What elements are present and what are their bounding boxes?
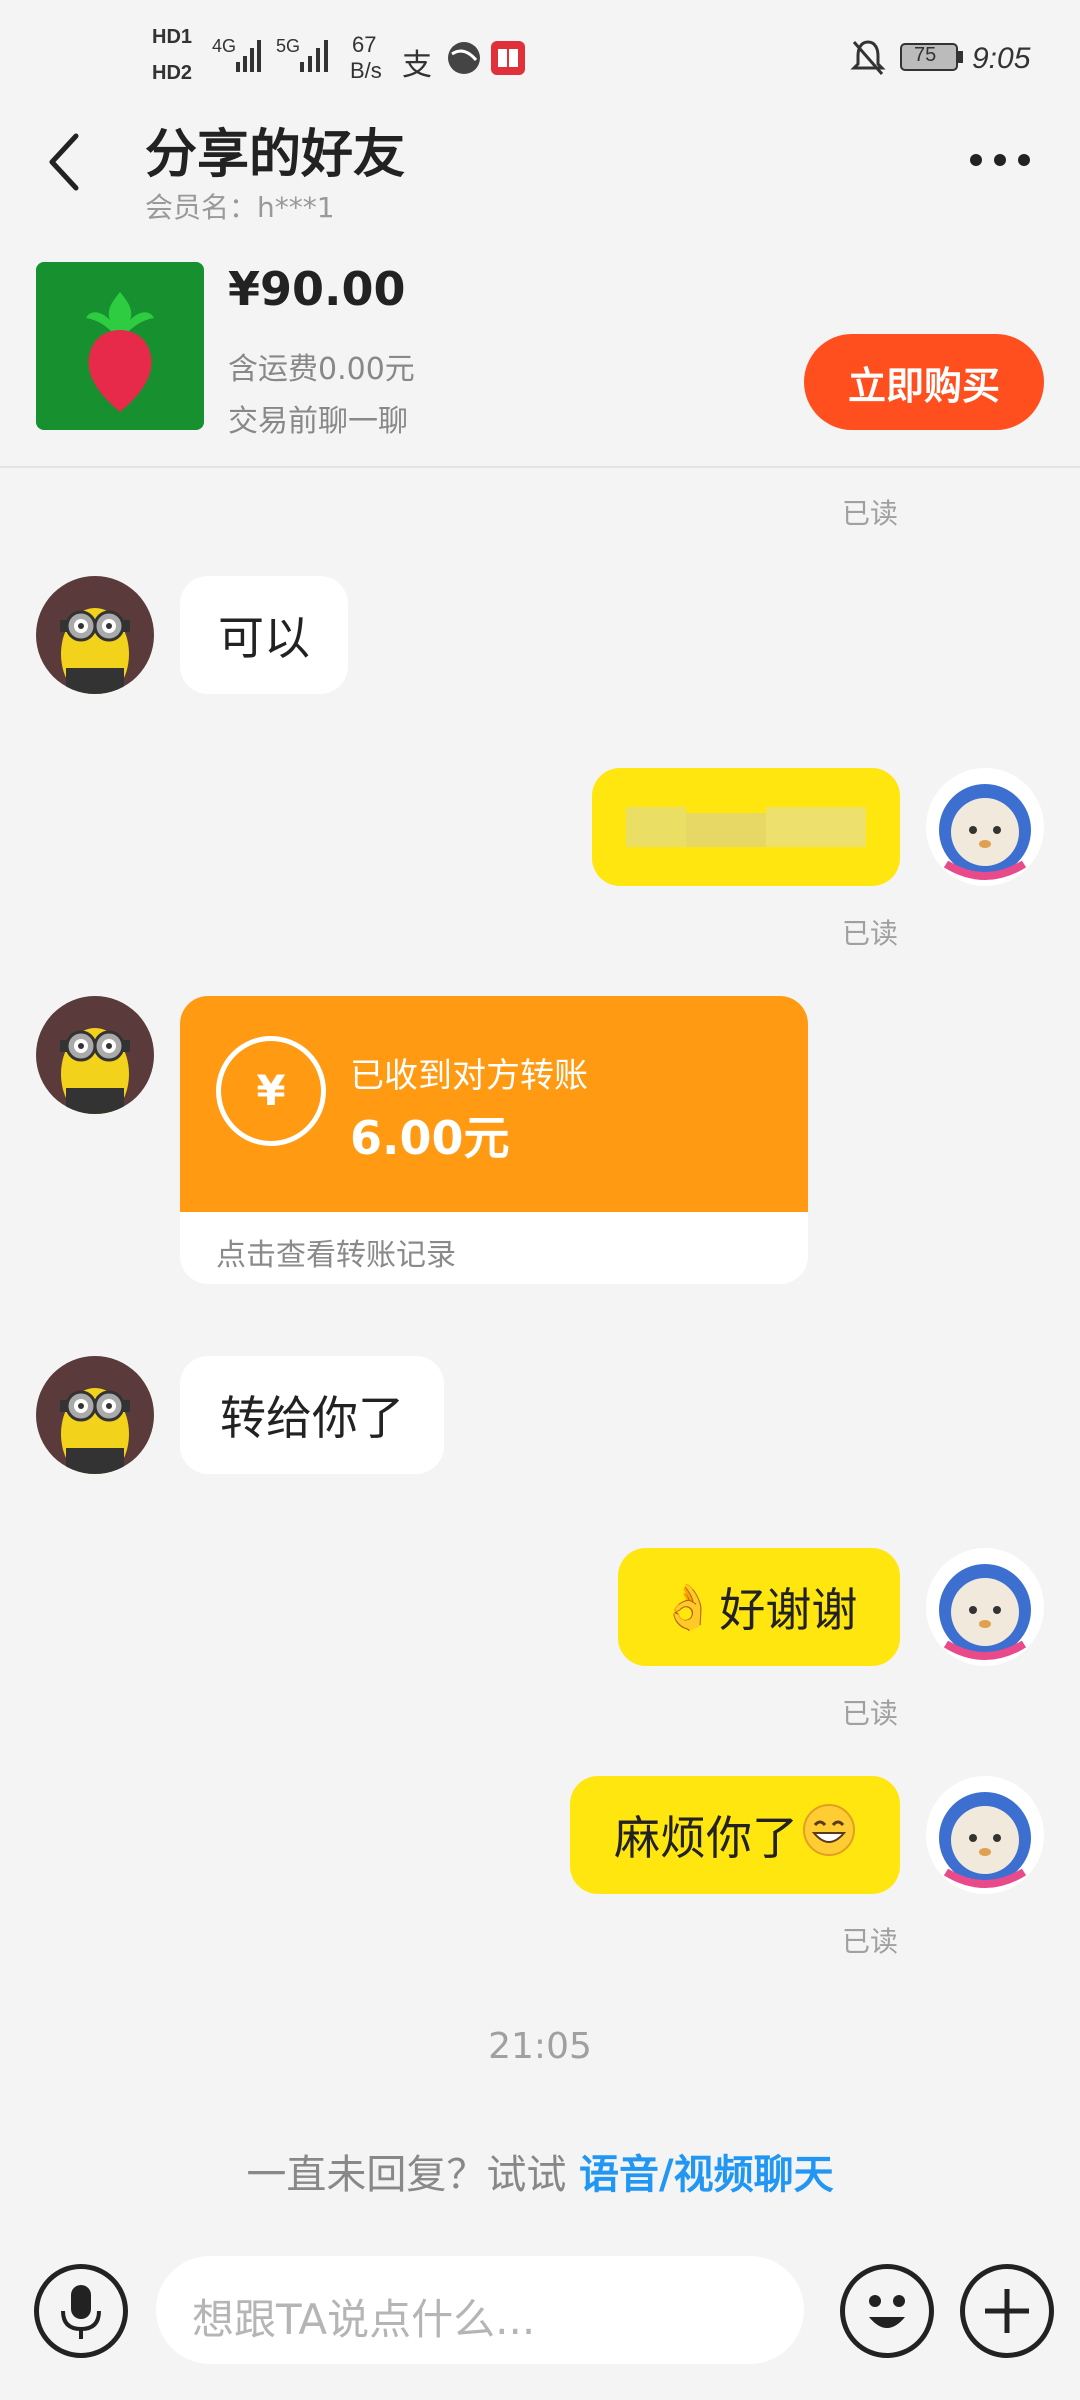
avatar[interactable] — [36, 576, 154, 694]
chat-tip: 交易前聊一聊 — [228, 404, 408, 439]
product-thumbnail[interactable] — [36, 262, 204, 430]
plus-icon[interactable] — [960, 2264, 1054, 2358]
mic-icon[interactable] — [34, 2264, 128, 2358]
avatar[interactable] — [926, 768, 1044, 886]
net-speed-value: 67 — [352, 32, 377, 57]
message-bubble[interactable]: 👌 好谢谢 — [618, 1548, 900, 1666]
status-bar: HD1 HD2 4G 5G 67 B/s 支 75 9:05 — [0, 0, 1080, 120]
clock: 9:05 — [972, 42, 1031, 75]
read-receipt: 已读 — [842, 1697, 899, 1730]
read-receipt: 已读 — [842, 917, 899, 950]
product-price: ¥90.00 — [228, 262, 406, 316]
read-receipt: 已读 — [842, 1925, 899, 1958]
reply-hint-text: 一直未回复？试试 — [246, 2152, 580, 2198]
transfer-card-header: ¥ 已收到对方转账 6.00元 — [180, 996, 808, 1212]
voice-video-chat-link[interactable]: 语音/视频聊天 — [579, 2152, 834, 2198]
buy-now-button[interactable]: 立即购买 — [804, 334, 1044, 430]
back-icon[interactable] — [44, 130, 84, 198]
avatar[interactable] — [926, 1776, 1044, 1894]
shipping-note: 含运费0.00元 — [228, 352, 415, 387]
avatar[interactable] — [36, 996, 154, 1114]
battery-level: 75 — [914, 44, 937, 66]
network-label-2: 5G — [276, 36, 301, 56]
blurred-content — [626, 807, 866, 847]
transfer-amount: 6.00元 — [350, 1111, 510, 1165]
sim1-label: HD1 — [152, 26, 193, 48]
transfer-icon: ¥ — [216, 1036, 326, 1146]
book-app-icon — [490, 40, 526, 80]
message-input-placeholder: 想跟TA说点什么... — [192, 2295, 536, 2344]
sim2-label: HD2 — [152, 62, 193, 84]
svg-text:¥: ¥ — [256, 1066, 285, 1115]
message-bubble[interactable]: 转给你了 — [180, 1356, 444, 1474]
transfer-title: 已收到对方转账 — [350, 1056, 588, 1096]
avatar[interactable] — [926, 1548, 1044, 1666]
signal-icon — [236, 34, 266, 78]
page-title: 分享的好友 — [145, 125, 406, 185]
ok-hand-emoji-icon: 👌 — [660, 1582, 716, 1633]
avatar[interactable] — [36, 1356, 154, 1474]
message-bubble[interactable]: 麻烦你了 — [570, 1776, 900, 1894]
transfer-card[interactable]: ¥ 已收到对方转账 6.00元 点击查看转账记录 — [180, 996, 808, 1284]
browser-icon — [446, 40, 482, 80]
member-name: 会员名：h***1 — [145, 191, 335, 224]
transfer-record-link[interactable]: 点击查看转账记录 — [216, 1230, 456, 1274]
alipay-icon: 支 — [402, 48, 432, 83]
message-bubble[interactable] — [592, 768, 900, 886]
chat-timestamp: 21:05 — [488, 2026, 592, 2067]
more-icon[interactable] — [968, 150, 1032, 174]
read-receipt: 已读 — [842, 497, 899, 530]
message-bubble[interactable]: 可以 — [180, 576, 348, 694]
emoji-icon[interactable] — [840, 2264, 934, 2358]
message-text: 麻烦你了 — [614, 1811, 798, 1865]
net-speed-unit: B/s — [350, 58, 382, 83]
network-label-1: 4G — [212, 36, 237, 56]
mute-icon — [850, 38, 886, 82]
grin-emoji-icon — [802, 1803, 856, 1868]
reply-hint: 一直未回复？试试 语音/视频聊天 — [0, 2142, 1080, 2200]
signal-icon — [300, 34, 334, 78]
message-text: 好谢谢 — [719, 1583, 858, 1637]
